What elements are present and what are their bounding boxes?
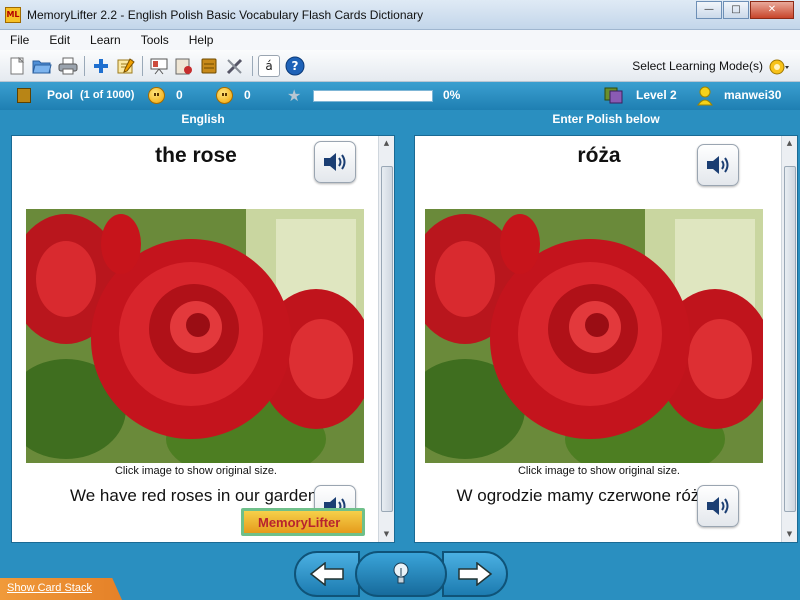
toolbar: á ? Select Learning Mode(s) <box>0 50 800 82</box>
scroll-thumb[interactable] <box>381 166 393 512</box>
pool-count: (1 of 1000) <box>80 89 135 101</box>
answer-card-panel: róża Click image to show original size. … <box>414 135 798 543</box>
title-bar: ML MemoryLifter 2.2 - English Polish Bas… <box>0 0 800 30</box>
menu-tools[interactable]: Tools <box>131 33 179 47</box>
add-card-icon[interactable] <box>90 55 112 77</box>
correct-count: 0 <box>176 88 183 102</box>
arrow-right-icon <box>458 562 493 586</box>
menu-help[interactable]: Help <box>179 33 224 47</box>
speaker-icon <box>707 497 729 515</box>
select-learning-mode-label[interactable]: Select Learning Mode(s) <box>632 59 763 73</box>
show-card-stack-tab[interactable]: Show Card Stack <box>0 578 122 600</box>
window-controls: — □ ✕ <box>695 1 794 19</box>
pool-label: Pool <box>47 88 73 102</box>
menu-learn[interactable]: Learn <box>80 33 131 47</box>
presentation-icon[interactable] <box>148 55 170 77</box>
scroll-up-arrow-icon[interactable]: ▲ <box>784 138 795 149</box>
question-word-audio-button[interactable] <box>314 141 356 183</box>
scroll-thumb[interactable] <box>784 166 796 512</box>
memorylifter-logo: MemoryLifter <box>241 508 365 536</box>
question-card-panel: the rose Click image to show original si… <box>11 135 395 543</box>
toolbar-divider <box>142 56 143 76</box>
previous-card-button[interactable] <box>294 551 360 597</box>
special-character-button[interactable]: á <box>258 55 280 77</box>
app-icon: ML <box>5 7 21 23</box>
wrong-smiley-icon <box>216 87 233 104</box>
menu-file[interactable]: File <box>0 33 39 47</box>
wrong-count: 0 <box>244 88 251 102</box>
lightbulb-icon <box>393 562 409 584</box>
maximize-button[interactable]: □ <box>723 1 749 19</box>
answer-image-caption: Click image to show original size. <box>517 465 680 477</box>
new-file-icon[interactable] <box>6 55 28 77</box>
svg-text:?: ? <box>292 59 299 73</box>
level-cards-icon <box>604 86 626 105</box>
star-icon: ★ <box>287 86 302 105</box>
user-icon <box>697 86 713 106</box>
answer-scrollbar[interactable]: ▲ ▼ <box>781 136 797 542</box>
progress-percent: 0% <box>443 88 461 102</box>
learning-mode-gear-icon[interactable] <box>768 57 790 77</box>
user-name: manwei30 <box>724 88 782 102</box>
tools-icon[interactable] <box>224 55 246 77</box>
hint-button[interactable] <box>355 551 447 597</box>
show-card-stack-link[interactable]: Show Card Stack <box>7 582 92 594</box>
correct-smiley-icon <box>148 87 165 104</box>
window-title: MemoryLifter 2.2 - English Polish Basic … <box>27 8 424 22</box>
speaker-icon <box>324 153 346 171</box>
answer-column-header: Enter Polish below <box>552 112 660 126</box>
progress-bar <box>313 90 433 102</box>
answer-example-sentence: W ogrodzie mamy czerwone róże. <box>456 486 714 505</box>
open-folder-icon[interactable] <box>31 55 53 77</box>
toolbar-divider <box>252 56 253 76</box>
scroll-down-arrow-icon[interactable]: ▼ <box>381 529 392 540</box>
pool-box-icon <box>17 88 31 103</box>
minimize-button[interactable]: — <box>696 1 722 19</box>
question-image-caption: Click image to show original size. <box>114 465 277 477</box>
answer-word-audio-button[interactable] <box>697 144 739 186</box>
scroll-up-arrow-icon[interactable]: ▲ <box>381 138 392 149</box>
answer-sentence-audio-button[interactable] <box>697 485 739 527</box>
menu-edit[interactable]: Edit <box>39 33 80 47</box>
question-example-sentence: We have red roses in our garden. <box>70 486 322 505</box>
help-icon[interactable]: ? <box>284 55 306 77</box>
question-scrollbar[interactable]: ▲ ▼ <box>378 136 394 542</box>
question-column-header: English <box>181 112 225 126</box>
menu-bar: File Edit Learn Tools Help <box>0 30 800 50</box>
statistics-icon[interactable] <box>173 55 195 77</box>
level-label: Level 2 <box>636 88 677 102</box>
card-box-icon[interactable] <box>198 55 220 77</box>
scroll-down-arrow-icon[interactable]: ▼ <box>784 529 795 540</box>
question-rose-image[interactable] <box>26 209 364 463</box>
toolbar-divider <box>84 56 85 76</box>
arrow-left-icon <box>309 562 344 586</box>
edit-card-icon[interactable] <box>115 55 137 77</box>
close-button[interactable]: ✕ <box>750 1 794 19</box>
answer-rose-image[interactable] <box>425 209 763 463</box>
next-card-button[interactable] <box>442 551 508 597</box>
speaker-icon <box>707 156 729 174</box>
printer-icon[interactable] <box>57 55 79 77</box>
